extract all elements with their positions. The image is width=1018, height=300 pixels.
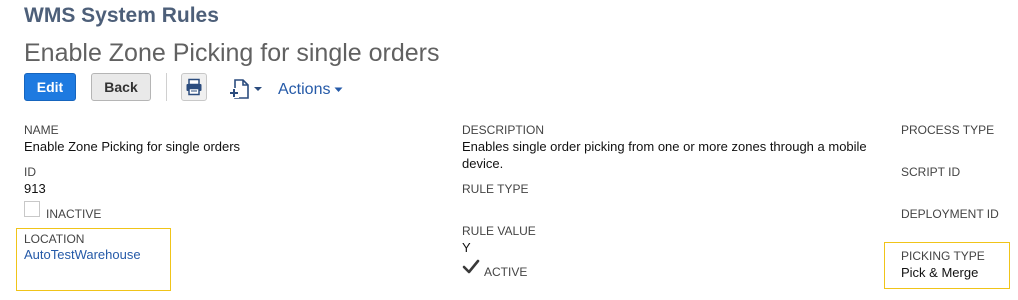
description-label: DESCRIPTION [462, 123, 545, 137]
inactive-checkbox[interactable] [24, 201, 40, 217]
edit-button[interactable]: Edit [24, 73, 76, 101]
script-id-label: SCRIPT ID [901, 165, 961, 179]
deployment-id-label: DEPLOYMENT ID [901, 207, 999, 221]
print-button[interactable] [181, 73, 207, 101]
id-value: 913 [24, 181, 46, 196]
back-button[interactable]: Back [91, 73, 151, 101]
actions-menu[interactable]: Actions [278, 81, 343, 99]
actions-label: Actions [278, 81, 331, 98]
rule-type-label: RULE TYPE [462, 182, 529, 196]
id-label: ID [24, 165, 36, 179]
checkmark-icon [462, 259, 480, 274]
process-type-label: PROCESS TYPE [901, 123, 995, 137]
location-link[interactable]: AutoTestWarehouse [24, 247, 141, 262]
rule-value-label: RULE VALUE [462, 224, 536, 238]
record-page: WMS System Rules Enable Zone Picking for… [0, 0, 1018, 300]
location-label: LOCATION [24, 232, 85, 246]
active-checkbox[interactable] [462, 259, 480, 275]
description-value-line2: device. [462, 156, 504, 171]
inactive-label: INACTIVE [46, 207, 102, 221]
rule-value-value: Y [462, 240, 471, 255]
picking-type-value: Pick & Merge [901, 265, 979, 280]
active-label: ACTIVE [484, 265, 528, 279]
record-type-heading: WMS System Rules [24, 4, 219, 27]
new-document-icon [229, 79, 249, 99]
name-label: NAME [24, 123, 59, 137]
print-icon [186, 78, 202, 96]
chevron-down-icon [334, 87, 343, 92]
picking-type-label: PICKING TYPE [901, 249, 985, 263]
new-record-button[interactable] [229, 77, 265, 101]
toolbar-divider [166, 73, 167, 101]
page-title: Enable Zone Picking for single orders [24, 39, 440, 67]
chevron-down-icon [254, 87, 262, 91]
name-value: Enable Zone Picking for single orders [24, 139, 241, 154]
description-value-line1: Enables single order picking from one or… [462, 139, 867, 154]
